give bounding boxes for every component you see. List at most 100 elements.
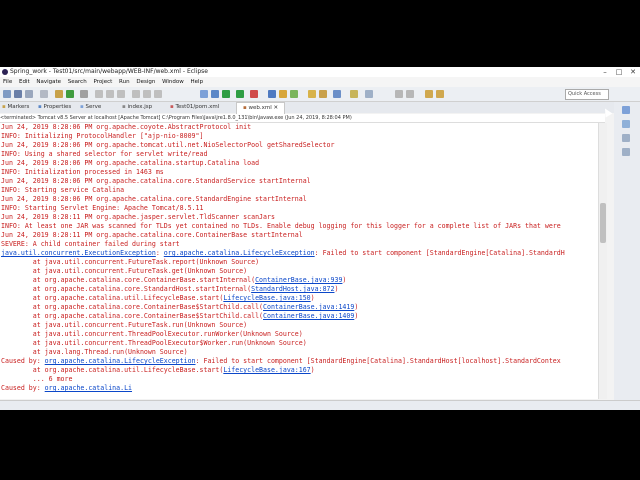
resume-icon[interactable]: [95, 90, 103, 98]
console-line: at org.apache.catalina.util.LifecycleBas…: [1, 294, 315, 302]
menu-bar: File Edit Navigate Search Project Run De…: [0, 77, 640, 87]
servers-icon: ▪: [80, 104, 84, 110]
source-link[interactable]: StandardHost.java:872: [251, 285, 334, 293]
minimize-icon[interactable]: –: [598, 67, 612, 77]
menu-navigate[interactable]: Navigate: [36, 77, 61, 87]
console-text: : Failed to start component [StandardEng…: [314, 249, 565, 257]
source-link[interactable]: ContainerBase.java:939: [255, 276, 342, 284]
maximize-icon[interactable]: □: [612, 67, 626, 77]
back-icon[interactable]: [425, 90, 433, 98]
open-type-icon[interactable]: [308, 90, 316, 98]
console-line: at java.util.concurrent.ThreadPoolExecut…: [1, 339, 307, 347]
skip-icon[interactable]: [80, 90, 88, 98]
run-as-icon[interactable]: [236, 90, 244, 98]
pom-file-icon: ▪: [170, 104, 174, 110]
prev-annotation-icon[interactable]: [406, 90, 414, 98]
tab-properties[interactable]: ▪ Properties: [38, 102, 71, 113]
server-icon[interactable]: [200, 90, 208, 98]
menu-design[interactable]: Design: [136, 77, 155, 87]
run-icon[interactable]: [66, 90, 74, 98]
suspend-icon[interactable]: [106, 90, 114, 98]
next-annotation-icon[interactable]: [395, 90, 403, 98]
console-line: at org.apache.catalina.core.ContainerBas…: [1, 303, 359, 311]
console-line: Jun 24, 2019 8:28:06 PM org.apache.catal…: [1, 159, 260, 167]
console-vertical-scrollbar[interactable]: [598, 123, 607, 399]
exception-link[interactable]: org.apache.catalina.LifecycleException: [45, 357, 196, 365]
save-icon[interactable]: [14, 90, 22, 98]
main-toolbar: [0, 87, 640, 102]
console-text: : Failed to start component [StandardEng…: [195, 357, 561, 365]
exception-link[interactable]: org.apache.catalina.LifecycleException: [164, 249, 315, 257]
tab-pom-xml-label: Test01/pom.xml: [175, 104, 220, 110]
open-resource-icon[interactable]: [319, 90, 327, 98]
scrollbar-thumb[interactable]: [600, 203, 606, 243]
jsp-file-icon: ▪: [122, 104, 126, 110]
menu-search[interactable]: Search: [68, 77, 87, 87]
console-text: at org.apache.catalina.core.ContainerBas…: [1, 303, 264, 311]
close-icon[interactable]: ✕: [626, 67, 640, 77]
xml-file-icon: ▪: [243, 105, 247, 111]
tab-index-jsp-label: index.jsp: [127, 104, 153, 110]
source-link[interactable]: LifecycleBase.java:150: [223, 294, 310, 302]
menu-help[interactable]: Help: [191, 77, 204, 87]
console-line: at java.util.concurrent.ThreadPoolExecut…: [1, 330, 303, 338]
console-line: Jun 24, 2019 8:28:11 PM org.apache.jaspe…: [1, 213, 275, 221]
tab-servers-label: Serve: [85, 104, 102, 110]
tab-web-xml[interactable]: ▪ web.xml ✕: [236, 102, 286, 114]
console-line: at org.apache.catalina.core.ContainerBas…: [1, 276, 347, 284]
source-link[interactable]: LifecycleBase.java:167: [223, 366, 310, 374]
debug-icon[interactable]: [55, 90, 63, 98]
search-icon[interactable]: [333, 90, 341, 98]
quick-access-input[interactable]: Quick Access: [565, 89, 609, 100]
console-line: at java.util.concurrent.FutureTask.repor…: [1, 258, 260, 266]
annotation-icon[interactable]: [350, 90, 358, 98]
step-into-icon[interactable]: [132, 90, 140, 98]
menu-window[interactable]: Window: [162, 77, 184, 87]
tab-web-xml-label: web.xml: [248, 105, 272, 111]
console-text: at org.apache.catalina.core.StandardHost…: [1, 285, 252, 293]
terminate-icon[interactable]: [117, 90, 125, 98]
save-all-icon[interactable]: [25, 90, 33, 98]
perspective-icon[interactable]: [622, 106, 630, 114]
publish-icon[interactable]: [211, 90, 219, 98]
tab-pom-xml[interactable]: ▪ Test01/pom.xml: [170, 102, 219, 113]
outline-icon[interactable]: [622, 120, 630, 128]
forward-icon[interactable]: [436, 90, 444, 98]
console-line: at org.apache.catalina.core.ContainerBas…: [1, 312, 359, 320]
pin-editor-icon[interactable]: [365, 90, 373, 98]
menu-project[interactable]: Project: [93, 77, 112, 87]
menu-run[interactable]: Run: [119, 77, 130, 87]
step-return-icon[interactable]: [154, 90, 162, 98]
tab-close-icon[interactable]: ✕: [274, 105, 279, 111]
status-bar: [0, 400, 640, 410]
console-line: INFO: At least one JAR was scanned for T…: [1, 222, 561, 230]
new-package-icon[interactable]: [279, 90, 287, 98]
exception-link[interactable]: org.apache.catalina.Li: [45, 384, 132, 392]
console-line: INFO: Using a shared selector for servle…: [1, 150, 208, 158]
console-line: at java.util.concurrent.FutureTask.run(U…: [1, 321, 248, 329]
new-icon[interactable]: [3, 90, 11, 98]
exception-link[interactable]: java.util.concurrent.ExecutionException: [1, 249, 156, 257]
step-over-icon[interactable]: [143, 90, 151, 98]
menu-edit[interactable]: Edit: [19, 77, 30, 87]
new-java-project-icon[interactable]: [268, 90, 276, 98]
tab-markers[interactable]: ▪ Markers: [2, 102, 29, 113]
tab-index-jsp[interactable]: ▪ index.jsp: [122, 102, 152, 113]
task-list-icon[interactable]: [622, 134, 630, 142]
console-line: SEVERE: A child container failed during …: [1, 240, 180, 248]
run-server-icon[interactable]: [222, 90, 230, 98]
console-line: Caused by: org.apache.catalina.Lifecycle…: [1, 357, 561, 366]
console-output[interactable]: Jun 24, 2019 8:28:06 PM org.apache.coyot…: [0, 123, 598, 399]
new-class-icon[interactable]: [290, 90, 298, 98]
external-tools-icon[interactable]: [250, 90, 258, 98]
eclipse-app-icon: [2, 69, 8, 75]
tab-servers[interactable]: ▪ Serve: [80, 102, 101, 113]
print-icon[interactable]: [40, 90, 48, 98]
console-line: INFO: Initialization processed in 1463 m…: [1, 168, 164, 176]
console-line: Jun 24, 2019 8:28:06 PM org.apache.coyot…: [1, 123, 252, 131]
source-link[interactable]: ContainerBase.java:1419: [263, 303, 354, 311]
menu-file[interactable]: File: [3, 77, 12, 87]
console-line: at org.apache.catalina.util.LifecycleBas…: [1, 366, 315, 374]
source-link[interactable]: ContainerBase.java:1409: [263, 312, 354, 320]
view-icon[interactable]: [622, 148, 630, 156]
